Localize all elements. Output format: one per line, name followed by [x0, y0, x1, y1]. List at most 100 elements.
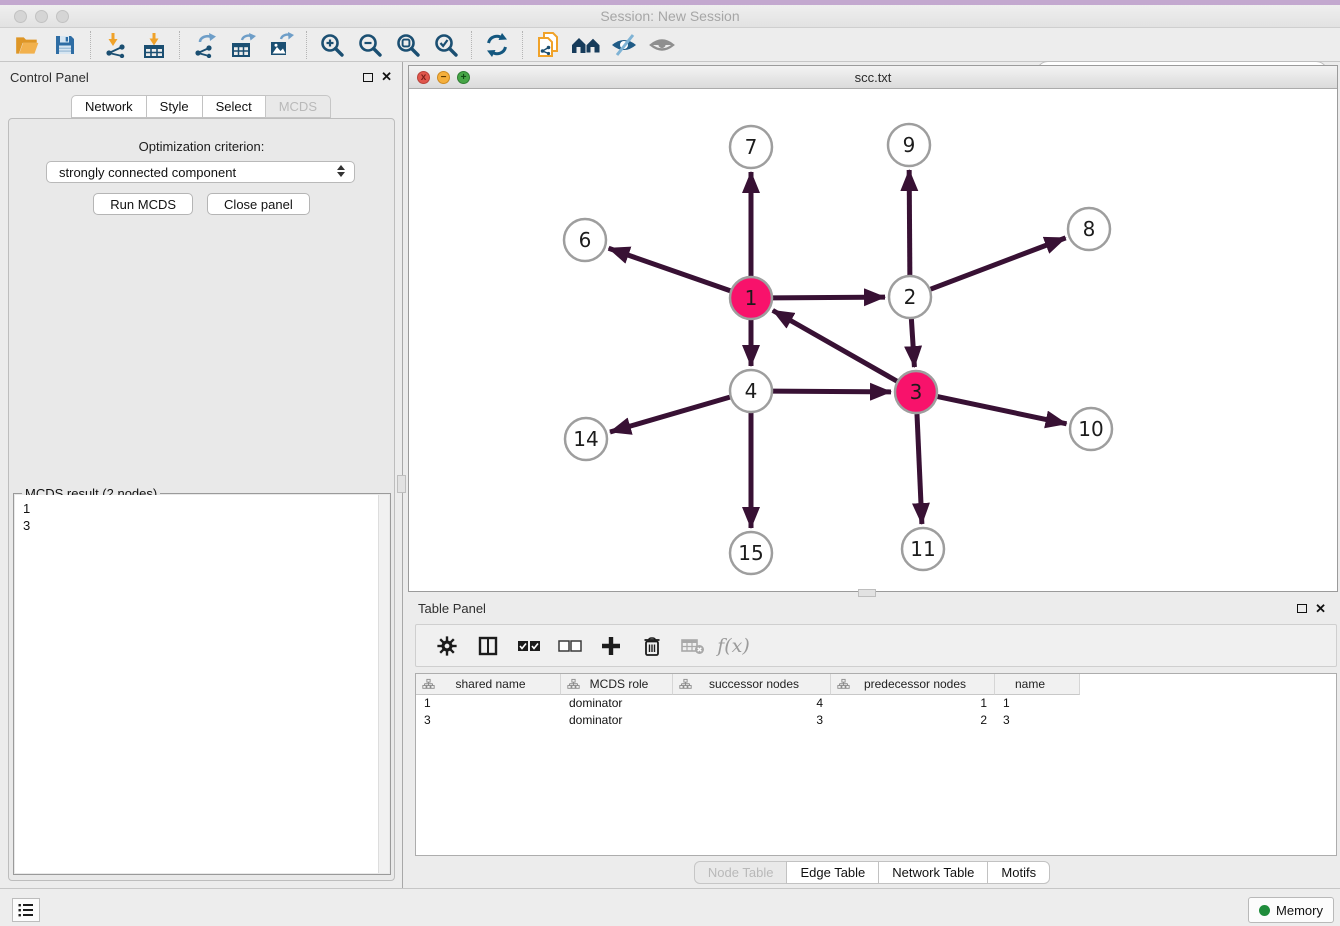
float-panel-icon[interactable] [363, 73, 373, 82]
tab-motifs[interactable]: Motifs [987, 861, 1050, 884]
zoom-selected-button[interactable] [427, 30, 465, 60]
node-label-6: 6 [579, 228, 592, 252]
import-network-icon [103, 32, 129, 58]
attribute-icon [837, 678, 850, 690]
apply-layout-button[interactable] [478, 30, 516, 60]
table-cell[interactable]: 4 [673, 695, 831, 712]
network-close-button[interactable]: x [417, 71, 430, 84]
table-cell[interactable]: 1 [831, 695, 995, 712]
float-panel-icon[interactable] [1297, 604, 1307, 613]
table-cell[interactable]: 1 [416, 695, 561, 712]
import-table-button[interactable] [135, 30, 173, 60]
first-neighbors-button[interactable] [567, 30, 605, 60]
table-cell[interactable]: 2 [831, 712, 995, 729]
control-panel: Control Panel ✕ NetworkStyleSelectMCDS O… [0, 62, 403, 888]
show-graphics-button[interactable] [643, 30, 681, 60]
mcds-result-group: MCDS result (2 nodes) 1 3 [13, 493, 391, 875]
tab-style[interactable]: Style [146, 95, 203, 118]
network-zoom-button[interactable]: + [457, 71, 470, 84]
close-panel-icon[interactable]: ✕ [381, 72, 392, 82]
column-header-predecessor-nodes[interactable]: predecessor nodes [831, 674, 995, 695]
deselect-all-button[interactable] [551, 629, 588, 663]
column-visibility-button[interactable] [469, 629, 506, 663]
network-window-titlebar[interactable]: x − + scc.txt [409, 66, 1337, 89]
select-all-button[interactable] [510, 629, 547, 663]
memory-button[interactable]: Memory [1248, 897, 1334, 923]
close-panel-button[interactable]: Close panel [207, 193, 310, 215]
table-splitter-handle[interactable] [858, 589, 876, 597]
export-image-button[interactable] [262, 30, 300, 60]
criterion-value: strongly connected component [59, 165, 236, 180]
zoom-in-button[interactable] [313, 30, 351, 60]
column-header-MCDS-role[interactable]: MCDS role [561, 674, 673, 695]
table-cell[interactable]: 1 [995, 695, 1080, 712]
edge-2-9[interactable] [909, 170, 910, 275]
node-label-3: 3 [910, 380, 923, 404]
hide-graphics-button[interactable] [605, 30, 643, 60]
edge-3-1[interactable] [773, 310, 897, 381]
close-panel-icon[interactable]: ✕ [1315, 604, 1326, 614]
criterion-dropdown[interactable]: strongly connected component [46, 161, 355, 183]
table-cell[interactable]: 3 [416, 712, 561, 729]
run-mcds-button[interactable]: Run MCDS [93, 193, 193, 215]
node-label-15: 15 [738, 541, 763, 565]
edge-4-3[interactable] [773, 391, 891, 392]
tab-network[interactable]: Network [71, 95, 147, 118]
tab-mcds[interactable]: MCDS [265, 95, 331, 118]
zoom-fit-icon [395, 32, 421, 58]
table-cell[interactable]: dominator [561, 695, 673, 712]
delete-table-button[interactable] [674, 629, 711, 663]
edge-2-3[interactable] [911, 319, 914, 367]
table-cell[interactable]: dominator [561, 712, 673, 729]
attribute-icon [422, 678, 435, 690]
function-builder-button[interactable]: f(x) [715, 629, 752, 663]
table-settings-button[interactable] [428, 629, 465, 663]
add-row-button[interactable] [592, 629, 629, 663]
import-table-icon [141, 32, 167, 58]
export-network-button[interactable] [186, 30, 224, 60]
open-session-button[interactable] [8, 30, 46, 60]
edge-1-2[interactable] [773, 297, 885, 298]
network-canvas[interactable]: 7968124314101511 [409, 89, 1337, 591]
column-header-name[interactable]: name [995, 674, 1080, 695]
node-table[interactable]: shared nameMCDS rolesuccessor nodesprede… [415, 673, 1337, 856]
export-table-icon [230, 32, 256, 58]
column-header-shared-name[interactable]: shared name [416, 674, 561, 695]
panel-splitter-handle[interactable] [397, 475, 406, 493]
mcds-result-area[interactable]: 1 3 [15, 495, 389, 873]
edge-2-8[interactable] [931, 238, 1066, 289]
save-session-button[interactable] [46, 30, 84, 60]
houses-icon [571, 32, 601, 58]
edge-3-11[interactable] [917, 414, 922, 524]
delete-row-button[interactable] [633, 629, 670, 663]
edge-3-10[interactable] [938, 397, 1067, 424]
tab-select[interactable]: Select [202, 95, 266, 118]
table-cell[interactable]: 3 [673, 712, 831, 729]
table-cell[interactable]: 3 [995, 712, 1080, 729]
result-scrollbar[interactable] [378, 495, 389, 873]
zoom-out-button[interactable] [351, 30, 389, 60]
column-header-successor-nodes[interactable]: successor nodes [673, 674, 831, 695]
table-toolbar: f(x) [415, 624, 1337, 667]
tab-network-table[interactable]: Network Table [878, 861, 988, 884]
export-table-button[interactable] [224, 30, 262, 60]
clone-network-button[interactable] [529, 30, 567, 60]
memory-label: Memory [1276, 903, 1323, 918]
table-row[interactable]: 3dominator323 [416, 712, 1336, 729]
zoom-fit-button[interactable] [389, 30, 427, 60]
mcds-result-text: 1 3 [15, 495, 389, 539]
edge-1-6[interactable] [609, 248, 731, 290]
task-history-button[interactable] [12, 898, 40, 922]
trash-icon [642, 635, 662, 657]
table-panel-title: Table Panel [418, 601, 1297, 616]
zoom-selected-icon [433, 32, 459, 58]
network-minimize-button[interactable]: − [437, 71, 450, 84]
import-network-button[interactable] [97, 30, 135, 60]
node-label-14: 14 [573, 427, 598, 451]
tab-node-table[interactable]: Node Table [694, 861, 788, 884]
network-window-title: scc.txt [409, 70, 1337, 85]
toolbar-separator [90, 31, 91, 59]
tab-edge-table[interactable]: Edge Table [786, 861, 879, 884]
edge-4-14[interactable] [610, 397, 730, 432]
table-row[interactable]: 1dominator411 [416, 695, 1336, 712]
